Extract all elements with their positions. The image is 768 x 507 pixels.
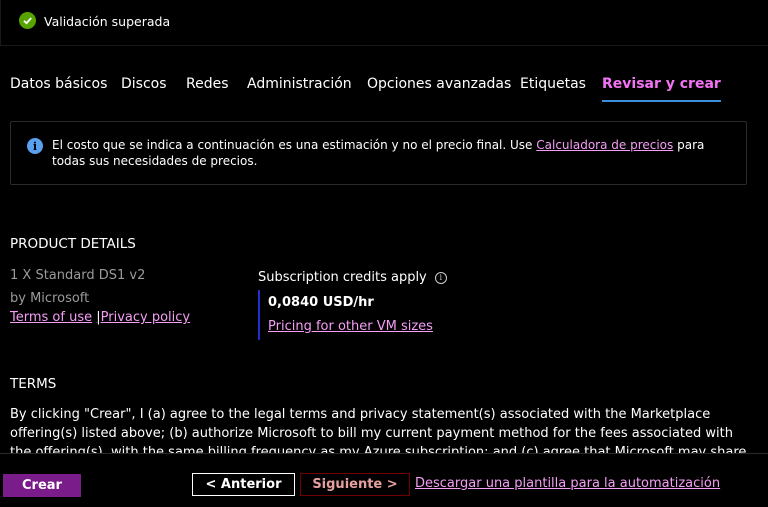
pricing-info-text: El costo que se indica a continuación es… — [52, 138, 705, 168]
info-circle-icon[interactable]: i — [434, 271, 447, 284]
product-publisher: by Microsoft — [10, 291, 90, 306]
product-name: 1 X Standard DS1 v2 — [10, 268, 146, 283]
pricing-calculator-link[interactable]: Calculadora de precios — [536, 138, 673, 152]
wizard-tabs: Datos básicos Discos Redes Administració… — [0, 70, 768, 106]
validation-text: Validación superada — [44, 14, 171, 29]
subscription-credits: Subscription credits apply i — [258, 270, 447, 285]
tab-management[interactable]: Administración — [247, 76, 352, 102]
credits-label: Subscription credits apply — [258, 270, 427, 285]
tab-tags[interactable]: Etiquetas — [520, 76, 586, 102]
price-block: 0,0840 USD/hr Pricing for other VM sizes — [258, 290, 433, 340]
info-icon: i — [27, 138, 43, 154]
create-button[interactable]: Crear — [3, 474, 81, 497]
tab-basics[interactable]: Datos básicos — [10, 76, 107, 102]
pricing-other-sizes-link[interactable]: Pricing for other VM sizes — [268, 319, 433, 334]
terms-of-use-link[interactable]: Terms of use — [10, 310, 92, 325]
tab-disks[interactable]: Discos — [121, 76, 167, 102]
legal-links: Terms of use |Privacy policy — [10, 310, 190, 325]
tab-networking[interactable]: Redes — [186, 76, 229, 102]
pricing-info-box: i El costo que se indica a continuación … — [10, 121, 747, 185]
previous-button[interactable]: < Anterior — [192, 473, 295, 496]
terms-text: By clicking "Crear", I (a) agree to the … — [10, 407, 747, 453]
download-template-link[interactable]: Descargar una plantilla para la automati… — [415, 476, 720, 491]
product-details-title: PRODUCT DETAILS — [10, 236, 136, 252]
price-value: 0,0840 USD/hr — [268, 295, 374, 310]
tab-advanced[interactable]: Opciones avanzadas — [367, 76, 511, 102]
check-circle-icon — [19, 12, 36, 29]
tab-review-create[interactable]: Revisar y crear — [602, 76, 721, 102]
validation-banner: Validación superada — [0, 0, 768, 46]
footer-bar: Crear < Anterior Siguiente > Descargar u… — [0, 453, 768, 507]
next-button[interactable]: Siguiente > — [300, 473, 410, 496]
terms-title: TERMS — [10, 376, 57, 392]
privacy-policy-link[interactable]: Privacy policy — [101, 310, 190, 325]
